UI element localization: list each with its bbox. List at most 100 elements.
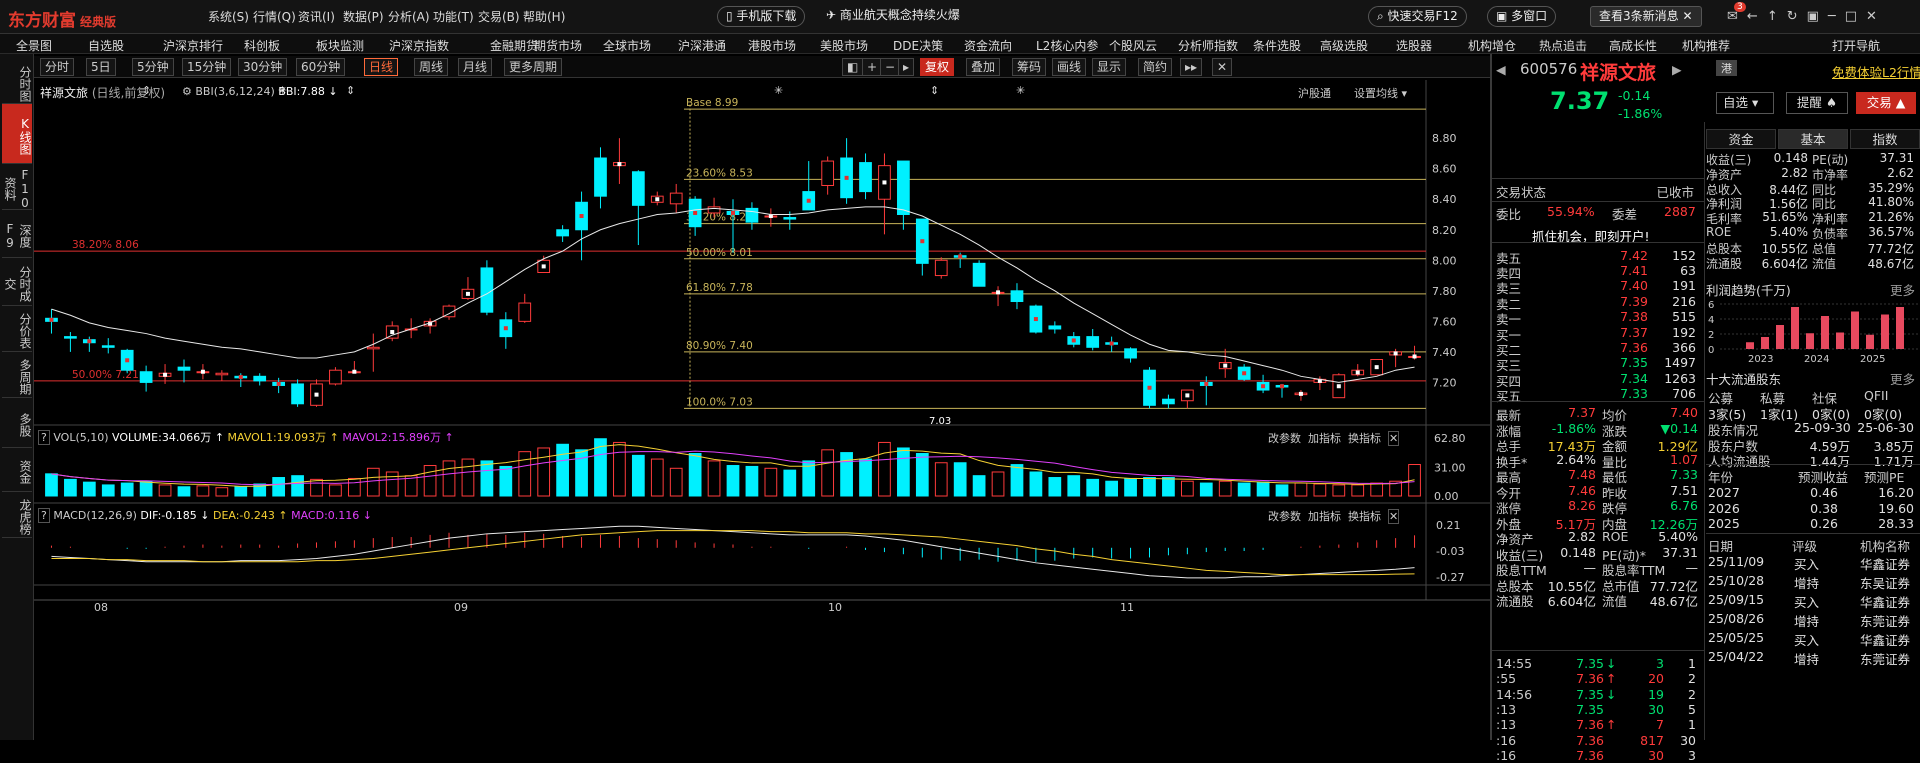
l2-trial-link[interactable]: 免费体验L2行情 xyxy=(1832,62,1920,81)
nav-item-17[interactable]: 条件选股 xyxy=(1253,37,1301,54)
trade-button[interactable]: 交易 ▲ xyxy=(1856,92,1916,114)
hk-badge[interactable]: 港 xyxy=(1716,60,1737,76)
period-4[interactable]: 30分钟 xyxy=(238,58,288,76)
nav-item-24[interactable]: 打开导航 xyxy=(1832,37,1880,54)
nav-item-5[interactable]: 沪深京指数 xyxy=(389,37,449,54)
info-tab-1[interactable]: 基本 xyxy=(1778,129,1848,149)
nav-item-3[interactable]: 科创板 xyxy=(244,37,280,54)
info-tab-0[interactable]: 资金 xyxy=(1706,129,1776,149)
next-stock-icon[interactable]: ▶ xyxy=(1672,62,1682,77)
close-chart-icon[interactable]: ✕ xyxy=(1212,58,1233,76)
left-tab-7[interactable]: 多股 xyxy=(2,398,32,448)
period-3[interactable]: 15分钟 xyxy=(182,58,232,76)
period-5[interactable]: 60分钟 xyxy=(296,58,346,76)
period-6[interactable]: 日线 xyxy=(364,58,399,76)
left-tab-2[interactable]: F10资料 xyxy=(2,164,32,210)
messages-button[interactable]: 查看3条新消息 ✕ xyxy=(1590,6,1702,27)
period-1[interactable]: 5日 xyxy=(86,58,116,76)
nav-item-8[interactable]: 全球市场 xyxy=(603,37,651,54)
nav-item-18[interactable]: 高级选股 xyxy=(1320,37,1368,54)
period-0[interactable]: 分时 xyxy=(40,58,75,76)
nav-item-11[interactable]: 美股市场 xyxy=(820,37,868,54)
top-menu-6[interactable]: 交易(B) xyxy=(478,8,520,25)
nav-item-15[interactable]: 个股风云 xyxy=(1109,37,1157,54)
refresh-icon[interactable]: ↻ xyxy=(1787,9,1807,24)
mobile-download-button[interactable]: ▯ 手机版下载 xyxy=(717,6,806,27)
chips-button[interactable]: 筹码 xyxy=(1012,58,1047,76)
draw-button[interactable]: 画线 xyxy=(1052,58,1087,76)
top-menu-0[interactable]: 系统(S) xyxy=(208,8,249,25)
quick-trade-button[interactable]: ⌕ 快速交易F12 xyxy=(1368,6,1467,27)
close-window-icon[interactable]: ✕ xyxy=(1866,9,1886,24)
maximize-icon[interactable]: □ xyxy=(1845,9,1866,24)
nav-item-7[interactable]: 期货市场 xyxy=(534,37,582,54)
period-8[interactable]: 月线 xyxy=(458,58,493,76)
index-link[interactable]: 沪股通 xyxy=(1298,85,1331,101)
play-icon[interactable]: ▸ xyxy=(898,58,915,76)
overlay-button[interactable]: 叠加 xyxy=(966,58,1001,76)
left-tab-9[interactable]: 龙虎榜 xyxy=(2,492,32,538)
left-tab-0[interactable]: 分时图 xyxy=(2,60,32,104)
top-menu-5[interactable]: 功能(T) xyxy=(433,8,474,25)
top-menu-3[interactable]: 数据(P) xyxy=(343,8,384,25)
split-icon[interactable]: ◧ xyxy=(842,58,864,76)
nav-item-23[interactable]: 机构推荐 xyxy=(1682,37,1730,54)
nav-item-16[interactable]: 分析师指数 xyxy=(1178,37,1238,54)
nav-item-10[interactable]: 港股市场 xyxy=(748,37,796,54)
up-icon[interactable]: ↑ xyxy=(1767,9,1787,24)
prev-stock-icon[interactable]: ◀ xyxy=(1496,62,1506,77)
nav-item-2[interactable]: 沪深京排行 xyxy=(163,37,223,54)
nav-item-21[interactable]: 热点追击 xyxy=(1539,37,1587,54)
nav-item-20[interactable]: 机构增仓 xyxy=(1468,37,1516,54)
period-7[interactable]: 周线 xyxy=(414,58,449,76)
macd-panel-buttons[interactable]: 改参数 加指标 换指标 ✕ xyxy=(1268,508,1400,524)
top-menu-4[interactable]: 分析(A) xyxy=(388,8,430,25)
brief-button[interactable]: 简约 xyxy=(1138,58,1173,76)
nav-item-12[interactable]: DDE决策 xyxy=(893,37,943,54)
chart-area[interactable]: 8.80 8.60 8.40 8.20 8.00 7.80 7.60 7.40 7.20 38.2… xyxy=(34,80,1490,735)
nav-item-14[interactable]: L2核心内参 xyxy=(1036,37,1098,54)
close-icon[interactable]: ✕ xyxy=(1388,509,1400,524)
display-button[interactable]: 显示 xyxy=(1092,58,1127,76)
nav-item-6[interactable]: 金融期货 xyxy=(490,37,538,54)
top-menu-7[interactable]: 帮助(H) xyxy=(523,8,565,25)
top-menu-1[interactable]: 行情(Q) xyxy=(253,8,296,25)
left-tab-5[interactable]: 分价表 xyxy=(2,306,32,352)
left-tab-4[interactable]: 分时成交 xyxy=(2,258,32,306)
fq-button[interactable]: 复权 xyxy=(920,58,955,76)
left-tab-8[interactable]: 资金 xyxy=(2,448,32,492)
watchlist-button[interactable]: 自选 ▾ xyxy=(1716,92,1774,114)
top-menu-2[interactable]: 资讯(I) xyxy=(298,8,335,25)
ma-settings-button[interactable]: 设置均线 ▾ xyxy=(1354,85,1407,101)
fib-label-0: 38.20% 8.06 xyxy=(72,239,139,251)
back-icon[interactable]: ← xyxy=(1747,9,1767,24)
left-tab-3[interactable]: 深度F9 xyxy=(2,210,32,258)
nav-item-19[interactable]: 选股器 xyxy=(1396,37,1432,54)
window-controls[interactable]: ✉←↑↻▣─□✕ xyxy=(1727,9,1886,24)
nav-item-4[interactable]: 板块监测 xyxy=(316,37,364,54)
info-tab-2[interactable]: 指数 xyxy=(1850,129,1920,149)
period-2[interactable]: 5分钟 xyxy=(132,58,174,76)
news-ticker[interactable]: ✈ 商业航天概念持续火爆 xyxy=(818,6,968,27)
expand-icon[interactable]: ▸▸ xyxy=(1180,58,1203,76)
gear-icon[interactable]: ⚙ xyxy=(182,85,192,98)
skin-icon[interactable]: ▣ xyxy=(1807,9,1828,24)
minimize-icon[interactable]: ─ xyxy=(1828,9,1845,24)
tick-volume: 7 xyxy=(1656,717,1664,733)
nav-item-0[interactable]: 全景图 xyxy=(16,37,52,54)
vol-panel-buttons[interactable]: 改参数 加指标 换指标 ✕ xyxy=(1268,430,1400,446)
holders-more-link[interactable]: 更多 xyxy=(1890,369,1915,388)
left-tab-6[interactable]: 多周期 xyxy=(2,352,32,398)
close-icon[interactable]: ✕ xyxy=(1682,9,1692,23)
nav-item-1[interactable]: 自选股 xyxy=(88,37,124,54)
nav-item-13[interactable]: 资金流向 xyxy=(964,37,1012,54)
profit-more-link[interactable]: 更多 xyxy=(1890,280,1915,299)
multi-window-button[interactable]: ▣ 多窗口 xyxy=(1487,6,1557,27)
left-tab-1[interactable]: K线图 xyxy=(2,104,32,164)
kline-chart[interactable]: 8.80 8.60 8.40 8.20 8.00 7.80 7.60 7.40 7.20 38.2… xyxy=(34,80,1490,735)
close-icon[interactable]: ✕ xyxy=(1388,431,1400,446)
nav-item-9[interactable]: 沪深港通 xyxy=(678,37,726,54)
period-9[interactable]: 更多周期 xyxy=(504,58,563,76)
alert-button[interactable]: 提醒 ♠ xyxy=(1786,92,1848,114)
nav-item-22[interactable]: 高成长性 xyxy=(1609,37,1657,54)
